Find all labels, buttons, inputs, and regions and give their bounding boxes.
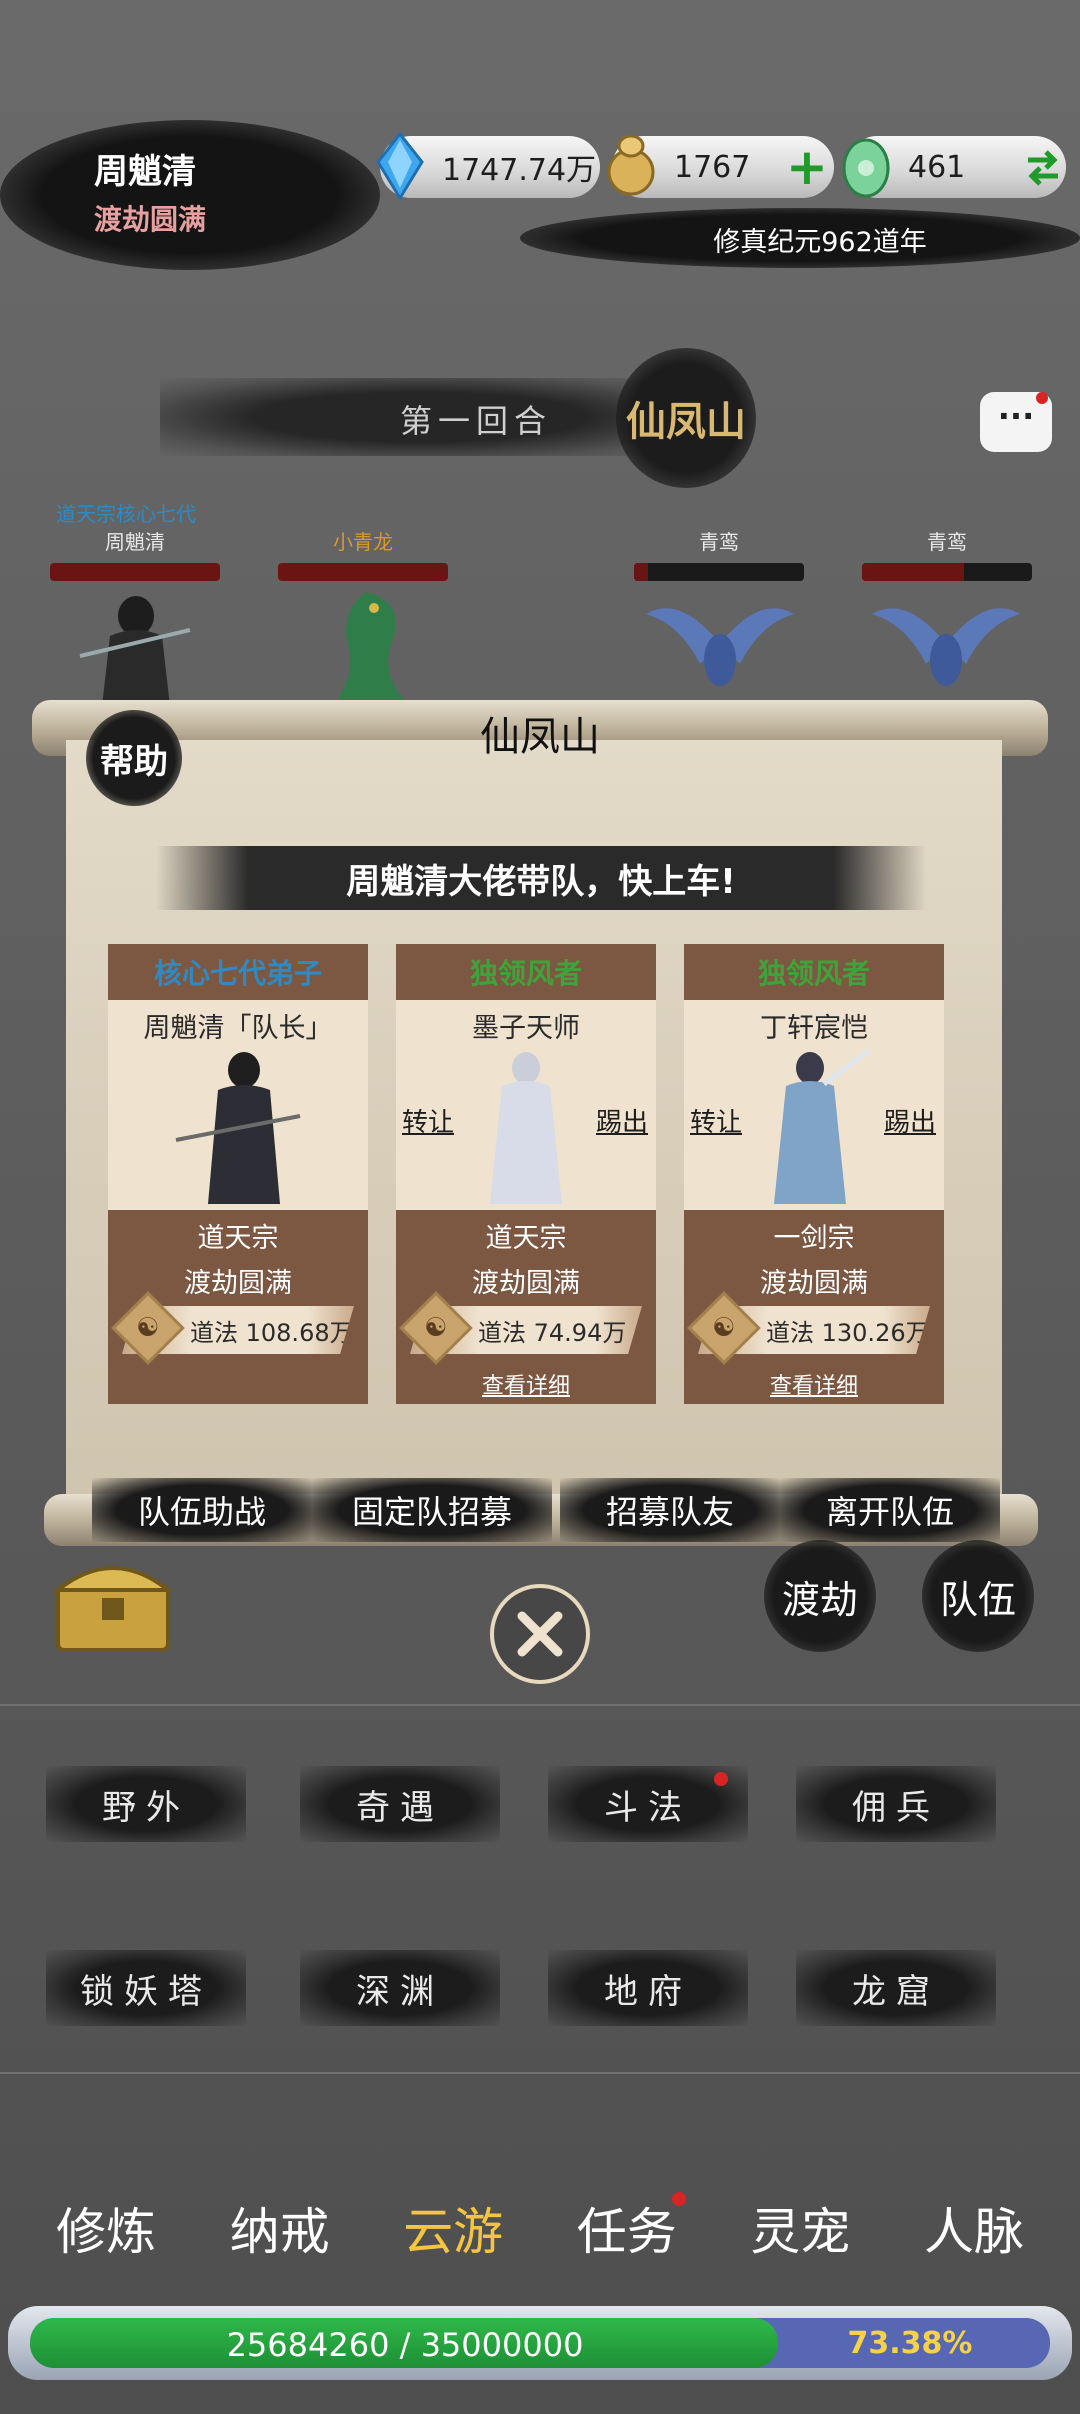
unit-name: 青鸾 (927, 530, 967, 554)
leader-portrait (175, 1052, 301, 1204)
member-role: 独领风者 (684, 944, 944, 1000)
divider (0, 2072, 1080, 2074)
close-icon (517, 1611, 563, 1657)
recruit-teammates-button[interactable]: 招募队友 (560, 1478, 780, 1542)
divider (0, 1704, 1080, 1706)
unit-1[interactable]: 周魈清 (50, 526, 220, 581)
map-button-demon-tower[interactable]: 锁妖塔 (46, 1950, 246, 2026)
nav-pets[interactable]: 灵宠 (720, 2192, 880, 2272)
member-role: 独领风者 (396, 944, 656, 1000)
team-slogan-band: 周魈清大佬带队，快上车! (156, 846, 926, 910)
member-info: 一剑宗 渡劫圆满 道法 130.26万 ☯ 查看详细 (684, 1210, 944, 1404)
member-info: 道天宗 渡劫圆满 道法 74.94万 ☯ 查看详细 (396, 1210, 656, 1404)
player-rank: 渡劫圆满 (94, 203, 207, 236)
duel-alert-dot (714, 1772, 728, 1786)
view-details-link[interactable]: 查看详细 (396, 1368, 656, 1400)
team-assist-button[interactable]: 队伍助战 (92, 1478, 312, 1542)
nav-travel[interactable]: 云游 (373, 2192, 533, 2272)
close-panel-button[interactable] (490, 1584, 590, 1684)
unit-name: 周魈清 (105, 530, 165, 554)
team-slogan: 周魈清大佬带队，快上车! (346, 861, 736, 902)
daofa-value: 道法 108.68万 (190, 1318, 354, 1347)
daofa-value: 道法 74.94万 (478, 1318, 627, 1347)
location-name: 仙凤山 (626, 398, 746, 445)
spirit-stone-value: 1747.74万 (442, 153, 597, 188)
nav-storage-ring[interactable]: 纳戒 (200, 2192, 360, 2272)
unit-hp-bar (862, 563, 1032, 581)
map-button-underworld[interactable]: 地府 (548, 1950, 748, 2026)
exp-percent: 73.38% (847, 2326, 973, 2361)
map-button-encounter[interactable]: 奇遇 (300, 1766, 500, 1842)
member-name: 丁轩宸恺 (760, 1013, 868, 1044)
kick-member-link[interactable]: 踢出 (884, 1102, 936, 1139)
nav-connections[interactable]: 人脉 (894, 2192, 1054, 2272)
jade-icon (842, 138, 890, 198)
transfer-leader-link[interactable]: 转让 (690, 1102, 742, 1139)
map-button-dragon-cave[interactable]: 龙窟 (796, 1950, 996, 2026)
sect-title: 道天宗核心七代 (56, 502, 196, 526)
member-sect: 道天宗 (197, 1223, 279, 1254)
member-portrait (490, 1052, 562, 1204)
view-details-link[interactable]: 查看详细 (684, 1368, 944, 1400)
exp-text: 25684260 / 35000000 (226, 2326, 584, 2364)
round-label: 第一回合 (400, 402, 553, 440)
panel-title: 仙凤山 (480, 714, 600, 760)
unit-4[interactable]: 青鸾 (862, 526, 1032, 581)
unit-hp-fill (278, 563, 448, 581)
jade-value: 461 (908, 149, 966, 185)
member-card-leader[interactable]: 核心七代弟子 周魈清「队长」 道天宗 渡劫圆满 道法 108.68万 ☯ (108, 944, 368, 1404)
unit-name: 青鸾 (699, 530, 739, 554)
unit-3[interactable]: 青鸾 (634, 526, 804, 581)
treasure-chest-icon[interactable] (52, 1546, 174, 1656)
unit-hp-fill (50, 563, 220, 581)
chat-alert-dot (1036, 392, 1048, 404)
member-card-2[interactable]: 独领风者 墨子天师 转让 踢出 道天宗 渡劫圆满 道法 74.94万 ☯ 查看详… (396, 944, 656, 1404)
member-info: 道天宗 渡劫圆满 道法 108.68万 ☯ (108, 1210, 368, 1404)
bottom-nav: 修炼 纳戒 云游 任务 灵宠 人脉 (26, 2192, 1054, 2272)
blue-phoenix-sprite (646, 608, 794, 686)
tribulation-button[interactable]: 渡劫 (764, 1540, 876, 1652)
daofa-value: 道法 130.26万 (766, 1318, 930, 1347)
tasks-alert-dot (672, 2192, 686, 2206)
member-role: 核心七代弟子 (108, 944, 368, 1000)
member-sect: 一剑宗 (773, 1223, 855, 1254)
gold-ingot-icon (607, 134, 655, 196)
transfer-leader-link[interactable]: 转让 (402, 1102, 454, 1139)
player-name[interactable]: 周魈清 (94, 144, 196, 193)
unit-2[interactable]: 小青龙 (278, 526, 448, 581)
unit-hp-fill (634, 563, 648, 581)
blue-crystal-icon (376, 132, 424, 200)
map-button-mercenary[interactable]: 佣兵 (796, 1766, 996, 1842)
era-label: 修真纪元962道年 (713, 227, 927, 258)
green-dragon-sprite (336, 592, 406, 702)
leave-team-button[interactable]: 离开队伍 (780, 1478, 1000, 1542)
nav-cultivate[interactable]: 修炼 (26, 2192, 186, 2272)
member-name: 墨子天师 (472, 1013, 580, 1044)
unit-name: 小青龙 (333, 530, 393, 554)
map-button-wild[interactable]: 野外 (46, 1766, 246, 1842)
map-button-abyss[interactable]: 深渊 (300, 1950, 500, 2026)
member-name: 周魈清「队长」 (143, 1013, 333, 1044)
gold-value: 1767 (674, 149, 751, 185)
location-seal: 仙凤山 (616, 348, 756, 488)
unit-hp-bar (278, 563, 448, 581)
kick-member-link[interactable]: 踢出 (596, 1102, 648, 1139)
member-sect: 道天宗 (485, 1223, 567, 1254)
swordsman-sprite (79, 596, 191, 706)
player-ink-banner (0, 120, 380, 270)
unit-hp-bar (50, 563, 220, 581)
help-button[interactable]: 帮助 (86, 710, 182, 806)
plus-icon[interactable]: + (786, 142, 828, 192)
unit-hp-fill (862, 563, 964, 581)
help-label: 帮助 (100, 741, 168, 782)
unit-hp-bar (634, 563, 804, 581)
fixed-team-recruit-button[interactable]: 固定队招募 (312, 1478, 552, 1542)
swap-arrows-icon[interactable] (1024, 148, 1062, 188)
member-card-3[interactable]: 独领风者 丁轩宸恺 转让 踢出 一剑宗 渡劫圆满 道法 130.26万 ☯ 查看… (684, 944, 944, 1404)
team-button[interactable]: 队伍 (922, 1540, 1034, 1652)
member-portrait (774, 1047, 872, 1204)
blue-phoenix-sprite (872, 608, 1020, 686)
